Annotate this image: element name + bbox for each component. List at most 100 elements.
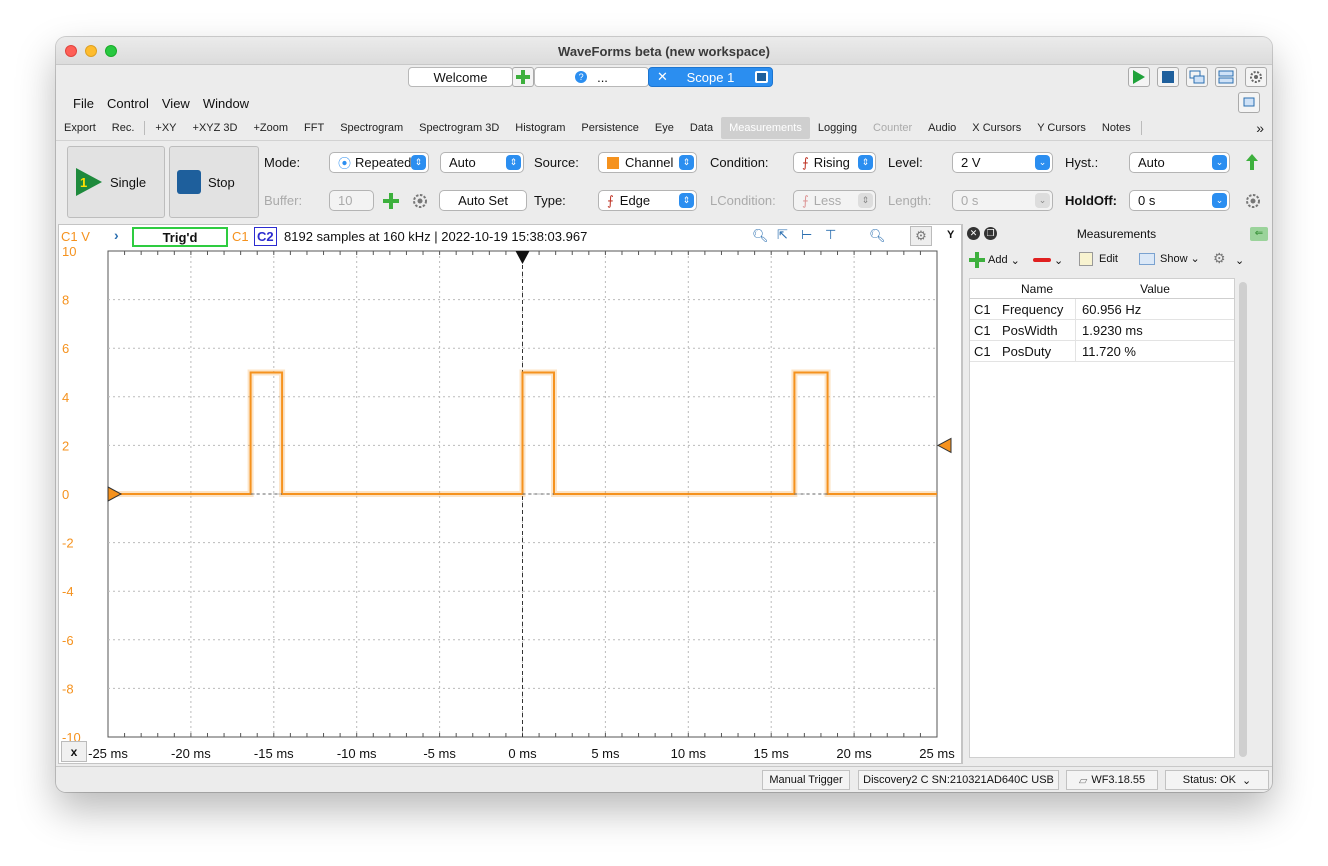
holdoff-value: 0 s xyxy=(1138,193,1156,208)
remove-measurement-button[interactable]: ⌄ xyxy=(1033,252,1063,268)
tool-persistence[interactable]: Persistence xyxy=(573,122,646,134)
cursor-select-icon[interactable]: ⇱ xyxy=(777,227,788,243)
add-measurement-button[interactable]: Add ⌄ xyxy=(969,252,1020,268)
tab-help[interactable]: ?... xyxy=(534,67,649,87)
plot-gear-icon[interactable]: ⚙ xyxy=(910,226,932,246)
edit-measurement-button[interactable]: Edit xyxy=(1079,252,1118,266)
condition-select[interactable]: ⨍ Rising ⇕ xyxy=(793,152,876,173)
table-row[interactable]: C1 PosWidth 1.9230 ms xyxy=(970,320,1234,341)
repeat-icon: ⦿ xyxy=(338,156,352,171)
auto-select[interactable]: Auto ⇕ xyxy=(440,152,524,173)
trigger-gear-icon[interactable] xyxy=(1244,192,1262,213)
type-select[interactable]: ⨍ Edge ⇕ xyxy=(598,190,697,211)
device-info[interactable]: Discovery2 C SN:210321AD640C USB xyxy=(858,770,1059,790)
column-name[interactable]: Name xyxy=(998,282,1076,296)
cursor-x-icon[interactable]: ⊢ xyxy=(801,227,812,243)
oscilloscope-chart[interactable]: -25 ms -20 ms -15 ms -10 ms -5 ms 0 ms 5 ms 10 … xyxy=(59,247,963,765)
manual-trigger-button[interactable]: Manual Trigger xyxy=(762,770,850,790)
chevron-down-icon[interactable]: ⌄ xyxy=(1235,254,1244,267)
arrow-up-icon[interactable] xyxy=(1245,153,1259,174)
measurements-table: Name Value C1 Frequency 60.956 Hz C1 Pos… xyxy=(969,278,1235,758)
single-run-icon: 1 xyxy=(76,168,102,196)
main-window: WaveForms beta (new workspace) Welcome ?… xyxy=(56,37,1272,792)
status-bar: Manual Trigger Discovery2 C SN:210321AD6… xyxy=(56,766,1272,792)
tool-export[interactable]: Export xyxy=(56,122,104,134)
menu-file[interactable]: File xyxy=(73,96,94,111)
cascade-windows-icon[interactable] xyxy=(1186,67,1208,87)
channel-c2-toggle[interactable]: C2 xyxy=(254,227,277,246)
more-tools-icon[interactable]: » xyxy=(1256,120,1264,136)
single-button[interactable]: 1 Single xyxy=(67,146,165,218)
hyst-input[interactable]: Auto ⌄ xyxy=(1129,152,1230,173)
tool-data[interactable]: Data xyxy=(682,122,721,134)
detach-window-icon[interactable] xyxy=(1238,92,1260,113)
row-value: 60.956 Hz xyxy=(1082,301,1142,317)
tile-windows-icon[interactable] xyxy=(1215,67,1237,87)
column-value[interactable]: Value xyxy=(1076,282,1234,296)
chevron-down-icon: ⌄ xyxy=(1241,774,1252,787)
close-tab-icon[interactable]: ✕ xyxy=(657,69,668,85)
holdoff-input[interactable]: 0 s ⌄ xyxy=(1129,190,1230,211)
tool-logging[interactable]: Logging xyxy=(810,122,865,134)
x-tick-label: 25 ms xyxy=(919,746,955,761)
tool-xyz3d[interactable]: +XYZ 3D xyxy=(185,122,246,134)
condition-value: Rising xyxy=(813,155,850,170)
status-indicator[interactable]: Status: OK ⌄ xyxy=(1165,770,1269,790)
tool-rec[interactable]: Rec. xyxy=(104,122,143,134)
show-label: Show xyxy=(1160,252,1188,265)
mode-value: Repeated xyxy=(355,155,412,170)
menu-view[interactable]: View xyxy=(162,96,190,111)
tool-histogram[interactable]: Histogram xyxy=(507,122,573,134)
stop-tab-icon[interactable] xyxy=(755,71,768,83)
zoom-in-icon[interactable]: 🔍︎ xyxy=(752,228,769,244)
channel-axis-label: C1 V xyxy=(61,229,90,244)
zoom-out-icon[interactable]: 🔍︎ xyxy=(869,228,886,244)
tool-x-cursors[interactable]: X Cursors xyxy=(964,122,1029,134)
tool-xy[interactable]: +XY xyxy=(147,122,184,134)
mode-select[interactable]: ⦿ Repeated ⇕ xyxy=(329,152,429,173)
tab-welcome[interactable]: Welcome xyxy=(408,67,513,87)
channel-c1-toggle[interactable]: C1 xyxy=(232,229,249,244)
tab-scope[interactable]: ✕ Scope 1 xyxy=(648,67,773,87)
tool-measurements[interactable]: Measurements xyxy=(721,117,810,139)
tool-spectrogram[interactable]: Spectrogram xyxy=(332,122,411,134)
y-tick-label: 8 xyxy=(62,293,69,308)
table-row[interactable]: C1 PosDuty 11.720 % xyxy=(970,341,1234,362)
add-buffer-icon[interactable] xyxy=(382,192,400,210)
x-axis-button[interactable]: x xyxy=(61,741,87,762)
chevron-right-icon[interactable]: › xyxy=(114,227,119,243)
buffer-gear-icon[interactable] xyxy=(411,192,429,213)
device-label: Discovery2 C SN:210321AD640C USB xyxy=(863,774,1054,786)
run-icon[interactable] xyxy=(1128,67,1150,87)
tool-spectrogram3d[interactable]: Spectrogram 3D xyxy=(411,122,507,134)
settings-gear-icon[interactable] xyxy=(1245,67,1267,87)
collapse-panel-icon[interactable]: ⇐ xyxy=(1250,227,1268,241)
show-measurement-button[interactable]: Show ⌄ xyxy=(1139,252,1200,265)
tool-y-cursors[interactable]: Y Cursors xyxy=(1029,122,1094,134)
measurements-gear-icon[interactable]: ⚙ xyxy=(1213,250,1226,267)
stop-all-icon[interactable] xyxy=(1157,67,1179,87)
level-input[interactable]: 2 V ⌄ xyxy=(952,152,1053,173)
menu-control[interactable]: Control xyxy=(107,96,149,111)
tool-eye[interactable]: Eye xyxy=(647,122,682,134)
edit-label: Edit xyxy=(1099,253,1118,265)
window-title: WaveForms beta (new workspace) xyxy=(558,44,770,59)
tool-notes[interactable]: Notes xyxy=(1094,122,1139,134)
source-select[interactable]: Channel ⇕ xyxy=(598,152,697,173)
table-row[interactable]: C1 Frequency 60.956 Hz xyxy=(970,299,1234,320)
chevron-down-icon: ⌄ xyxy=(1035,193,1050,208)
add-tab-icon[interactable] xyxy=(512,67,534,87)
tool-audio[interactable]: Audio xyxy=(920,122,964,134)
cursor-y-icon[interactable]: ⊤ xyxy=(825,227,836,243)
menu-window[interactable]: Window xyxy=(203,96,249,111)
measurements-scrollbar[interactable] xyxy=(1239,282,1247,757)
minus-icon xyxy=(1033,258,1051,262)
stop-button[interactable]: Stop xyxy=(169,146,259,218)
version-info[interactable]: ▱ WF3.18.55 xyxy=(1066,770,1158,790)
tool-zoom[interactable]: +Zoom xyxy=(245,122,296,134)
x-tick-label: 20 ms xyxy=(836,746,872,761)
auto-set-button[interactable]: Auto Set xyxy=(439,190,527,211)
single-button-label: Single xyxy=(110,174,147,190)
tool-fft[interactable]: FFT xyxy=(296,122,332,134)
y-axis-button[interactable]: Y xyxy=(947,229,954,241)
